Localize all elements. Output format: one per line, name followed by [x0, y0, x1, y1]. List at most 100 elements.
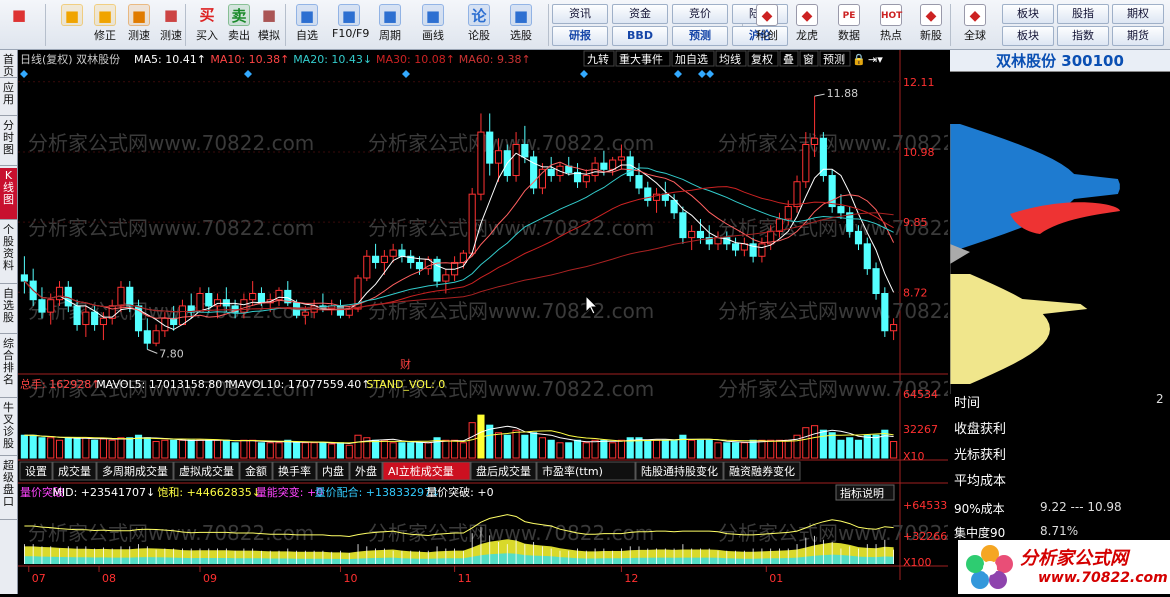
indicator-tab-0[interactable]: 设置 — [25, 465, 47, 478]
header-button-3[interactable]: 均线 — [719, 52, 741, 66]
left-tab-5[interactable]: 自选股 — [0, 286, 17, 334]
pencil-button[interactable]: ■ 画线 — [416, 2, 450, 48]
indicator-tab-4[interactable]: 金额 — [245, 464, 267, 478]
volume-bar — [881, 429, 889, 459]
left-tab-0[interactable]: 首页 — [0, 52, 17, 78]
f10-icon: ■ — [338, 4, 360, 26]
lock-icon[interactable]: 🔒 — [852, 53, 866, 66]
indicator-tab-3[interactable]: 虚拟成交量 — [179, 464, 234, 478]
indicator-tab-10[interactable]: 市盈率(ttm) — [542, 464, 603, 478]
toolbar-text-button[interactable]: 板块 — [1002, 26, 1054, 46]
toolbar-text-button[interactable]: BBD — [612, 26, 668, 46]
sell-button[interactable]: 卖卖出 — [222, 2, 256, 48]
toolbar-text-button[interactable]: 指数 — [1057, 26, 1109, 46]
candle-body — [20, 274, 28, 282]
toolbar-label: 测速 — [160, 29, 182, 42]
watermark-text: 分析家公式网www.70822.com — [28, 216, 314, 240]
indicator-help-button[interactable]: 指标说明 — [840, 486, 884, 500]
left-tab-6[interactable]: 综合排名 — [0, 336, 17, 398]
volume-bar — [82, 437, 90, 459]
candle-body — [679, 212, 687, 239]
header-button-0[interactable]: 九转 — [587, 52, 609, 66]
header-button-5[interactable]: 叠 — [783, 53, 794, 66]
header-button-6[interactable]: 窗 — [803, 52, 814, 66]
back-arrow-button[interactable]: ■ — [55, 2, 89, 48]
k-line-chart-area[interactable]: 分析家公式网www.70822.com 分析家公式网www.70822.com 分析… — [18, 50, 1004, 594]
toolbar-text-button[interactable]: 股指 — [1057, 4, 1109, 24]
new-stock-button[interactable]: ◆ 新股 — [912, 2, 950, 48]
expand-icon[interactable]: ⇥▾ — [868, 53, 883, 66]
indicator-tab-6[interactable]: 内盘 — [322, 464, 344, 478]
hot-button[interactable]: HOT 热点 — [872, 2, 910, 48]
volume-bar — [573, 439, 582, 459]
globe-button[interactable]: ◆ 全球 — [956, 2, 994, 48]
indicator-legend-1: MID: +23541707↓ — [52, 486, 155, 499]
header-button-4[interactable]: 复权 — [751, 52, 773, 66]
left-tab-8[interactable]: 超级盘口 — [0, 458, 17, 520]
hammer-button[interactable]: ■ 模拟 — [252, 2, 286, 48]
candle-body — [731, 243, 740, 251]
toolbar-text-button[interactable]: 期权 — [1112, 4, 1164, 24]
toolbar-text-button[interactable]: 板块 — [1002, 4, 1054, 24]
stat-label-4: 90%成本 — [954, 502, 1005, 516]
up-down-button[interactable]: ■ 修正 — [88, 2, 122, 48]
header-button-2[interactable]: 加自选 — [675, 53, 708, 66]
chip-distribution-panel: 双林股份 300100 时间 2 收盘获利 光标获利 平均成本 90%成本 9.22 ---… — [950, 50, 1170, 594]
left-tab-3[interactable]: K线图 — [0, 168, 17, 220]
toolbar-text-button[interactable]: 资金 — [612, 4, 668, 24]
candle-body — [249, 293, 257, 301]
candle-body — [178, 305, 187, 326]
indicator-tab-11[interactable]: 陆股通持股变化 — [641, 464, 718, 478]
pencil-icon: ■ — [422, 4, 444, 26]
chart-button[interactable]: ◆ 科创 — [748, 2, 786, 48]
toolbar-text-button[interactable]: 期货 — [1112, 26, 1164, 46]
star-button[interactable]: ■ 自选 — [290, 2, 324, 48]
toolbar-text-button[interactable]: 预测 — [672, 26, 728, 46]
volume-bar — [345, 444, 353, 459]
volume-bar — [20, 434, 28, 459]
toolbar-label: 测速 — [128, 29, 150, 42]
candle-body — [547, 168, 555, 177]
volume-bar — [380, 439, 388, 459]
candle-body — [521, 144, 529, 158]
toolbar-text-button[interactable]: 资讯 — [552, 4, 608, 24]
header-button-7[interactable]: 预测 — [823, 53, 845, 66]
period-button[interactable]: ■ 周期 — [373, 2, 407, 48]
indicator-tab-2[interactable]: 多周期成交量 — [102, 464, 168, 478]
indicator-tab-5[interactable]: 换手率 — [278, 464, 311, 478]
candle-body — [398, 249, 406, 257]
dragon-button[interactable]: ◆ 龙虎 — [788, 2, 826, 48]
event-label[interactable]: 财 — [400, 357, 411, 371]
left-tab-1[interactable]: 应用 — [0, 80, 17, 116]
left-tab-4[interactable]: 个股资料 — [0, 222, 17, 284]
header-button-1[interactable]: 重大事件 — [619, 52, 663, 66]
candle-body — [696, 230, 705, 239]
power-button[interactable]: ■ 测速 — [122, 2, 156, 48]
indicator-tab-12[interactable]: 融资融券变化 — [729, 464, 795, 478]
app-menu-button[interactable]: ■ — [2, 2, 36, 48]
clock-button[interactable]: ■ 测速 — [154, 2, 188, 48]
candle-body — [38, 299, 46, 313]
volume-bar — [38, 437, 46, 459]
indicator-legend-3: 量能突变: +0 — [256, 485, 323, 499]
pe-button[interactable]: PE 数据 — [830, 2, 868, 48]
indicator-tab-9[interactable]: 盘后成交量 — [476, 464, 531, 478]
low-label: 7.80 — [159, 347, 184, 360]
indicator-tab-7[interactable]: 外盘 — [355, 464, 377, 478]
volume-bar — [196, 439, 204, 459]
select-button[interactable]: ■ 选股 — [504, 2, 538, 48]
toolbar-text-button[interactable]: 竞价 — [672, 4, 728, 24]
left-tab-2[interactable]: 分时图 — [0, 118, 17, 166]
discuss-button[interactable]: 论论股 — [462, 2, 496, 48]
indicator-tab-1[interactable]: 成交量 — [58, 464, 91, 478]
left-tab-7[interactable]: 牛叉诊股 — [0, 400, 17, 456]
indicator-tab-8[interactable]: AI立桩成交量 — [388, 464, 454, 478]
up-down-icon: ■ — [94, 4, 116, 26]
month-label: 01 — [769, 572, 783, 585]
f10-button[interactable]: ■ F10/F9 — [332, 2, 369, 48]
volume-bar — [556, 442, 564, 459]
volume-bar — [372, 439, 380, 459]
chart-svg[interactable]: 分析家公式网www.70822.com 分析家公式网www.70822.com 分析… — [18, 50, 1004, 594]
buy-button[interactable]: 买买入 — [190, 2, 224, 48]
toolbar-text-button[interactable]: 研报 — [552, 26, 608, 46]
